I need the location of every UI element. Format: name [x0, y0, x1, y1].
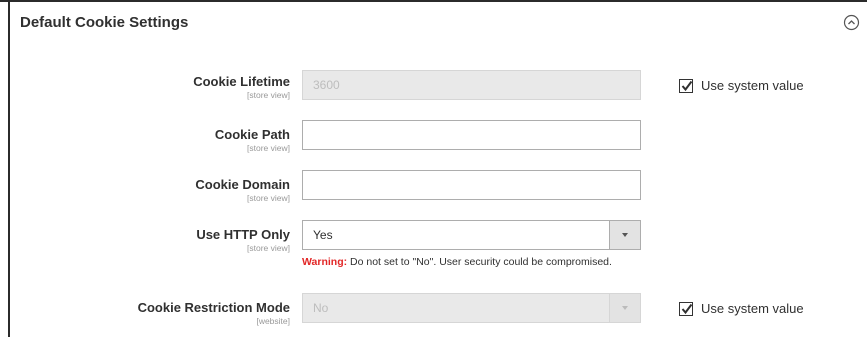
cookie-domain-input[interactable] [302, 170, 641, 200]
scope-label: [store view] [247, 143, 290, 153]
field-label-group: Use HTTP Only [store view] [50, 227, 290, 254]
scope-label: [website] [256, 316, 290, 326]
warning-message: Warning: Do not set to "No". User securi… [302, 256, 612, 268]
field-label: Cookie Path [214, 127, 290, 142]
panel-top-border [0, 0, 867, 2]
use-system-value-checkbox-lifetime[interactable]: Use system value [679, 78, 804, 93]
use-system-value-checkbox-restriction[interactable]: Use system value [679, 301, 804, 316]
cookie-lifetime-input[interactable]: 3600 [302, 70, 641, 100]
field-label: Cookie Restriction Mode [137, 300, 290, 315]
cookie-restriction-mode-select[interactable]: No [302, 293, 641, 323]
use-http-only-select[interactable]: Yes [302, 220, 641, 250]
select-value: No [313, 301, 329, 315]
field-label-group: Cookie Domain [store view] [50, 177, 290, 204]
cookie-path-input[interactable] [302, 120, 641, 150]
field-label-group: Cookie Path [store view] [50, 127, 290, 154]
scope-label: [store view] [247, 193, 290, 203]
chevron-down-icon[interactable] [609, 294, 640, 322]
checkbox-checked-icon[interactable] [679, 78, 693, 93]
field-label: Cookie Domain [195, 177, 290, 192]
circle-chevron-up-icon[interactable] [843, 14, 860, 31]
chevron-down-icon[interactable] [609, 221, 640, 249]
section-title[interactable]: Default Cookie Settings [20, 14, 188, 31]
field-label: Use HTTP Only [196, 227, 290, 242]
warning-prefix: Warning: [302, 256, 348, 268]
scope-label: [store view] [247, 243, 290, 253]
scope-label: [store view] [247, 90, 290, 100]
field-label: Cookie Lifetime [193, 74, 290, 89]
field-label-group: Cookie Lifetime [store view] [50, 74, 290, 101]
checkbox-label: Use system value [701, 301, 804, 316]
warning-text: Do not set to "No". User security could … [347, 256, 612, 268]
field-label-group: Cookie Restriction Mode [website] [50, 300, 290, 327]
checkbox-label: Use system value [701, 78, 804, 93]
checkbox-checked-icon[interactable] [679, 301, 693, 316]
select-value: Yes [313, 228, 333, 242]
cookie-settings-panel: Default Cookie Settings Cookie Lifetime … [0, 0, 867, 337]
panel-left-border [8, 0, 10, 337]
